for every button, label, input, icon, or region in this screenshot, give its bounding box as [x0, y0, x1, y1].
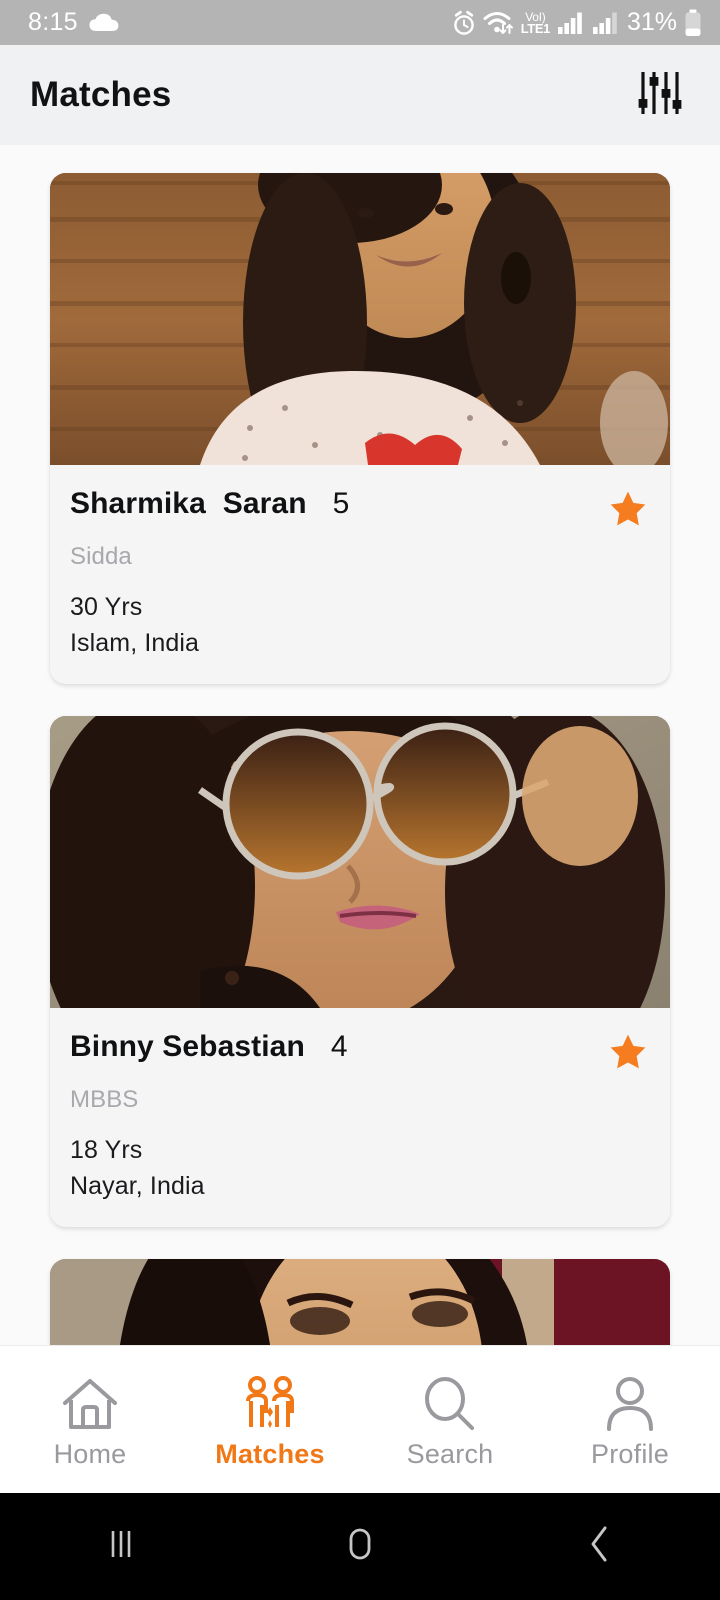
tab-home-label: Home	[53, 1439, 127, 1469]
match-card[interactable]: Sharmika Saran 5 Sidda 30 Yrs Islam, Ind…	[50, 173, 670, 684]
tab-search-label: Search	[406, 1439, 494, 1469]
match-rating: 4	[330, 1030, 348, 1063]
tab-home[interactable]: Home	[0, 1346, 180, 1493]
match-info: Binny Sebastian 4 MBBS 18 Yrs Nayar, Ind…	[50, 1008, 670, 1227]
tab-profile[interactable]: Profile	[540, 1346, 720, 1493]
match-name: Sharmika Saran	[70, 487, 307, 520]
match-photo[interactable]	[50, 716, 670, 1008]
status-bar-left: 8:15	[28, 8, 119, 37]
favorite-button[interactable]	[608, 489, 648, 534]
android-navigation-bar	[0, 1493, 720, 1600]
cloud-icon	[89, 13, 119, 33]
couple-icon	[240, 1369, 300, 1431]
match-card[interactable]	[50, 1259, 670, 1345]
tab-search[interactable]: Search	[360, 1346, 540, 1493]
match-rating: 5	[332, 487, 350, 520]
recents-button[interactable]	[0, 1493, 240, 1600]
alarm-icon	[452, 10, 476, 36]
home-button[interactable]	[240, 1493, 480, 1600]
signal-bars-icon	[592, 11, 620, 35]
match-education: Sidda	[70, 543, 132, 570]
filter-sliders-icon	[638, 69, 684, 122]
match-photo[interactable]	[50, 173, 670, 465]
back-chevron-icon	[580, 1522, 620, 1571]
search-icon	[420, 1369, 480, 1431]
match-age: 30 Yrs	[70, 593, 143, 621]
match-card[interactable]: Binny Sebastian 4 MBBS 18 Yrs Nayar, Ind…	[50, 716, 670, 1227]
volte-bottom-label: LTE1	[520, 20, 551, 36]
match-age: 18 Yrs	[70, 1136, 143, 1164]
wifi-icon	[483, 10, 516, 36]
battery-icon	[684, 9, 702, 37]
star-icon	[608, 1034, 648, 1076]
tab-profile-label: Profile	[591, 1439, 669, 1469]
match-education: MBBS	[70, 1086, 139, 1113]
page-title: Matches	[30, 75, 172, 114]
match-photo[interactable]	[50, 1259, 670, 1345]
status-bar-right: VoI) LTE1 31%	[452, 8, 702, 37]
signal-bars-icon	[557, 11, 585, 35]
recents-icon	[98, 1524, 142, 1569]
match-location: Islam, India	[70, 629, 200, 657]
matches-list[interactable]: Sharmika Saran 5 Sidda 30 Yrs Islam, Ind…	[0, 145, 720, 1345]
app-bar: Matches	[0, 45, 720, 145]
match-name-row: Binny Sebastian 4	[70, 1030, 648, 1077]
match-info: Sharmika Saran 5 Sidda 30 Yrs Islam, Ind…	[50, 465, 670, 684]
back-button[interactable]	[480, 1493, 720, 1600]
battery-percent-label: 31%	[626, 8, 677, 36]
match-name-row: Sharmika Saran 5	[70, 487, 648, 534]
person-icon	[600, 1369, 660, 1431]
star-icon	[608, 491, 648, 533]
android-status-bar: 8:15 VoI) LTE1 31%	[0, 0, 720, 45]
bottom-tab-bar: Home Matches Search Profile	[0, 1345, 720, 1493]
tab-matches[interactable]: Matches	[180, 1346, 360, 1493]
match-name: Binny Sebastian	[70, 1030, 305, 1063]
home-circle-icon	[338, 1522, 382, 1571]
match-location: Nayar, India	[70, 1172, 205, 1200]
app-screen: 8:15 VoI) LTE1 31% Matches Sharmika Sara…	[0, 0, 720, 1600]
volte-indicator: VoI) LTE1	[520, 11, 551, 36]
home-icon	[60, 1369, 120, 1431]
filter-button[interactable]	[630, 64, 692, 126]
favorite-button[interactable]	[608, 1032, 648, 1077]
tab-matches-label: Matches	[215, 1439, 325, 1469]
status-time: 8:15	[28, 8, 78, 36]
